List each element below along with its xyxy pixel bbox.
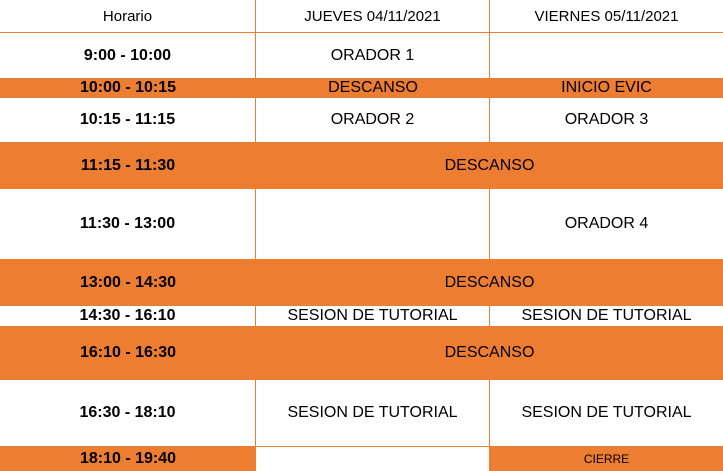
day2-cell: ORADOR 4 — [564, 215, 649, 232]
time-cell: 16:10 - 16:30 — [79, 344, 177, 361]
header-day2: VIERNES 05/11/2021 — [534, 7, 679, 25]
header-time: Horario — [0, 0, 256, 32]
day2-cell: SESION DE TUTORIAL — [521, 404, 692, 421]
time-cell: 18:10 - 19:40 — [0, 447, 256, 471]
table-row: 11:15 - 11:30 DESCANSO — [0, 142, 723, 189]
day1-cell: DESCANSO — [328, 79, 418, 96]
time-cell: 11:30 - 13:00 — [0, 189, 256, 259]
table-row: 16:30 - 18:10 SESION DE TUTORIAL SESION … — [0, 380, 723, 447]
time-cell: 9:00 - 10:00 — [0, 33, 256, 78]
table-row: 18:10 - 19:40 CIERRE — [0, 447, 723, 471]
day1-cell: ORADOR 1 — [256, 33, 490, 78]
time-cell: 11:15 - 11:30 — [80, 156, 176, 174]
span-cell: DESCANSO — [444, 273, 535, 291]
day1-cell — [256, 189, 490, 259]
span-cell: DESCANSO — [444, 344, 535, 361]
day1-cell — [256, 447, 490, 471]
header-row: Horario JUEVES 04/11/2021 VIERNES 05/11/… — [0, 0, 723, 33]
day2-cell: CIERRE — [490, 447, 723, 471]
day2-cell: INICIO EVIC — [561, 79, 652, 96]
table-row: 16:10 - 16:30 DESCANSO — [0, 326, 723, 380]
day2-cell: ORADOR 3 — [564, 111, 649, 128]
table-row: 10:00 - 10:15 DESCANSO INICIO EVIC — [0, 78, 723, 98]
day2-cell: SESION DE TUTORIAL — [521, 307, 692, 324]
span-cell: DESCANSO — [444, 156, 535, 174]
time-cell: 10:15 - 11:15 — [0, 98, 256, 142]
table-row: 11:30 - 13:00 ORADOR 4 — [0, 189, 723, 259]
table-row: 13:00 - 14:30 DESCANSO — [0, 259, 723, 306]
table-row: 14:30 - 16:10 SESION DE TUTORIAL SESION … — [0, 306, 723, 326]
day2-cell — [490, 33, 723, 78]
day1-cell: SESION DE TUTORIAL — [256, 380, 490, 446]
time-cell: 10:00 - 10:15 — [79, 79, 177, 96]
time-cell: 13:00 - 14:30 — [79, 273, 177, 291]
table-row: 9:00 - 10:00 ORADOR 1 — [0, 33, 723, 78]
day1-cell: SESION DE TUTORIAL — [256, 306, 490, 326]
table-row: 10:15 - 11:15 ORADOR 2 ORADOR 3 — [0, 98, 723, 142]
header-day1: JUEVES 04/11/2021 — [256, 0, 490, 32]
day1-cell: ORADOR 2 — [256, 98, 490, 142]
time-cell: 16:30 - 18:10 — [0, 380, 256, 446]
time-cell: 14:30 - 16:10 — [0, 306, 256, 326]
schedule-table: Horario JUEVES 04/11/2021 VIERNES 05/11/… — [0, 0, 723, 471]
